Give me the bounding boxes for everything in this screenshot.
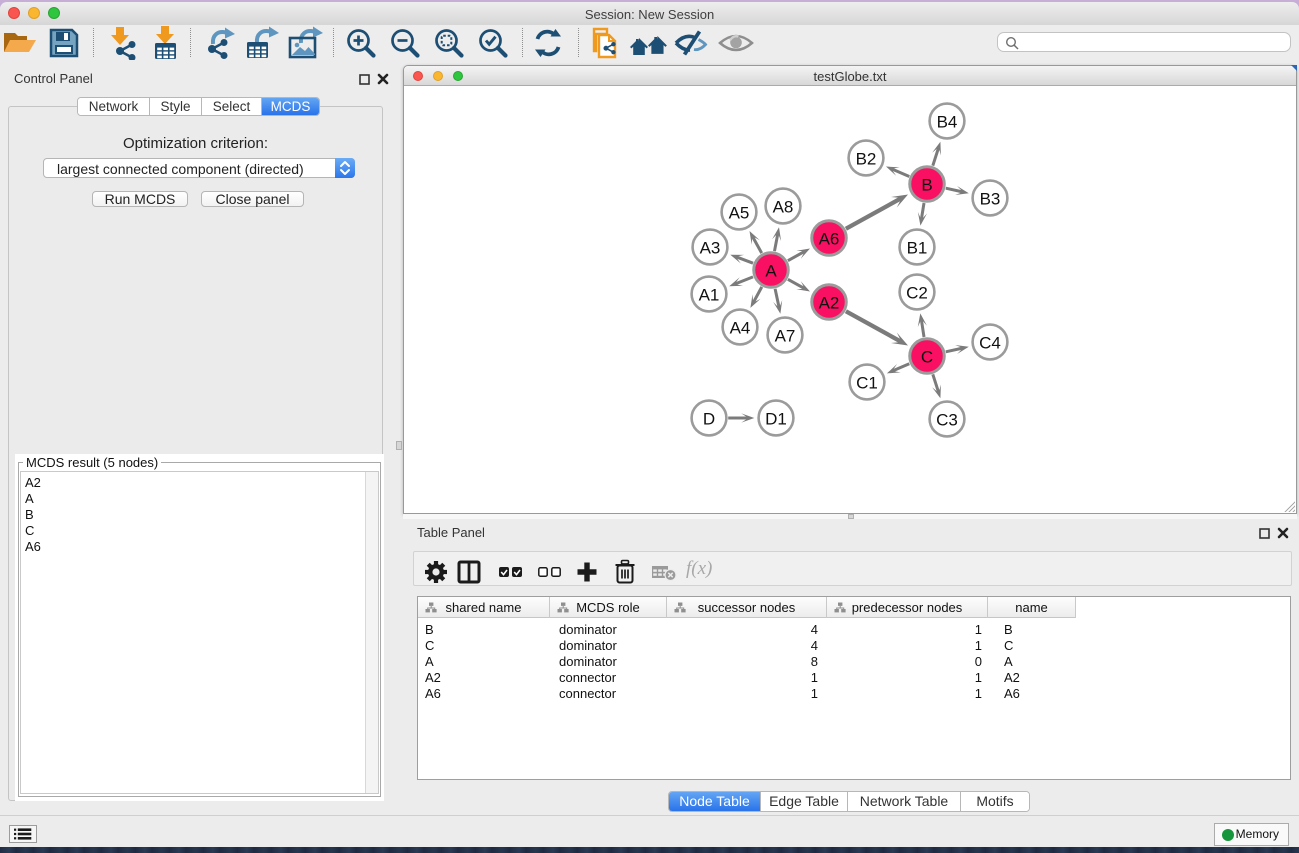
svg-text:A: A <box>765 262 777 281</box>
svg-text:A7: A7 <box>775 327 796 346</box>
svg-text:A5: A5 <box>729 204 750 223</box>
svg-text:B2: B2 <box>856 150 877 169</box>
svg-text:A2: A2 <box>819 294 840 313</box>
svg-text:A6: A6 <box>819 230 840 249</box>
svg-text:C1: C1 <box>856 374 878 393</box>
svg-text:A8: A8 <box>773 198 794 217</box>
svg-text:D1: D1 <box>765 410 787 429</box>
svg-text:B4: B4 <box>937 113 958 132</box>
svg-text:A3: A3 <box>700 239 721 258</box>
svg-text:D: D <box>703 410 715 429</box>
svg-text:C: C <box>921 348 933 367</box>
svg-text:C3: C3 <box>936 411 958 430</box>
svg-text:C2: C2 <box>906 284 928 303</box>
svg-text:A4: A4 <box>730 319 751 338</box>
svg-text:B1: B1 <box>907 239 928 258</box>
svg-text:A1: A1 <box>699 286 720 305</box>
svg-text:B3: B3 <box>980 190 1001 209</box>
svg-text:C4: C4 <box>979 334 1001 353</box>
svg-text:B: B <box>921 176 932 195</box>
